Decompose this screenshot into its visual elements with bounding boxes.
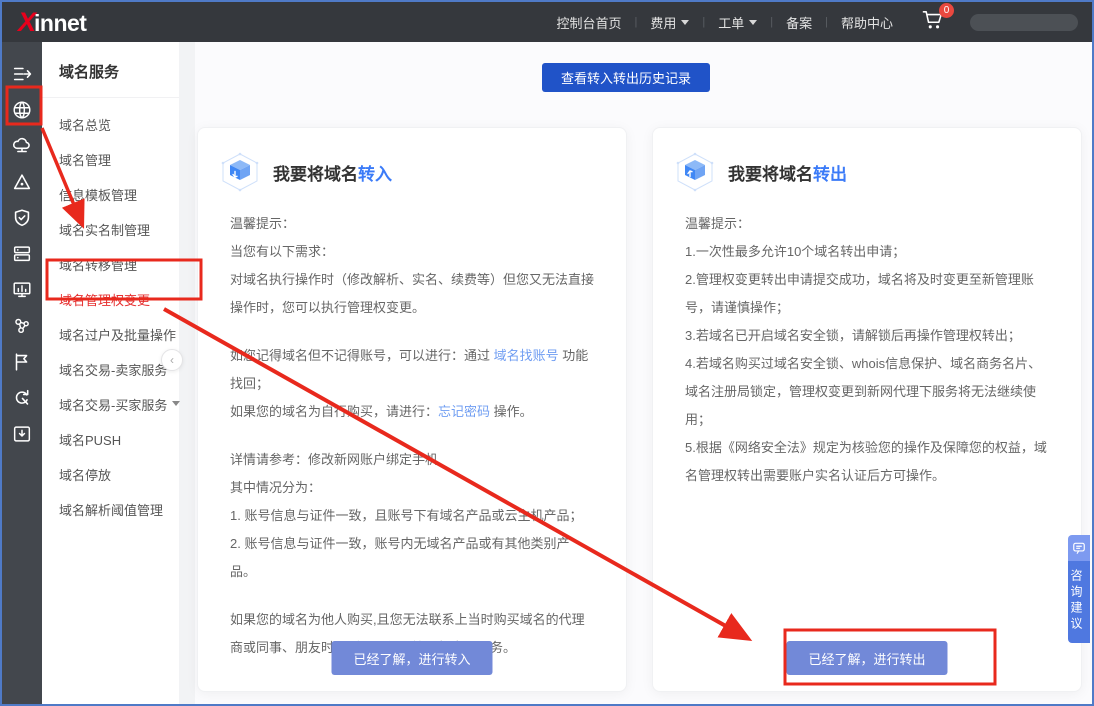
top-nav: 控制台首页|费用|工单|备案|帮助中心 — [543, 13, 906, 32]
paragraph-text: 1.一次性最多允许10个域名转出申请； — [685, 244, 905, 259]
paragraph-text: 如您记得域名但不记得账号，可以进行：通过 — [230, 348, 494, 363]
paragraph-text: 操作。 — [490, 404, 533, 419]
panel-body: 温馨提示： 1.一次性最多允许10个域名转出申请； 2.管理权变更转出申请提交成功，… — [653, 200, 1081, 490]
panel-body: 温馨提示： 当您有以下需求： 对域名执行操作时（修改解析、实名、续费等）但您又无法直… — [198, 200, 626, 662]
panel-paragraph: 2. 账号信息与证件一致，账号内无域名产品或有其他类别产品。 — [230, 530, 594, 586]
paragraph-text: 如果您的域名为自行购买，请进行： — [230, 404, 438, 419]
panel-paragraph: 详情请参考：修改新网账户绑定手机 — [230, 446, 594, 474]
panel-paragraph: 对域名执行操作时（修改解析、实名、续费等）但您又无法直接操作时，您可以执行管理权… — [230, 266, 594, 322]
sidebar-gutter — [179, 42, 195, 706]
paragraph-text: 当您有以下需求： — [230, 244, 334, 259]
transfer-in-panel: 我要将域名转入 温馨提示： 当您有以下需求： 对域名执行操作时（修改解析、实名、续费… — [197, 127, 627, 692]
flag-icon[interactable] — [10, 350, 34, 374]
nav-item-4[interactable]: 帮助中心 — [828, 13, 906, 32]
xinnet-logo[interactable]: X innet — [2, 7, 86, 38]
cube-icon — [675, 152, 715, 192]
monitor-chart-icon[interactable] — [10, 278, 34, 302]
panel-title: 我要将域名转入 — [273, 160, 392, 185]
panel-paragraph: 温馨提示： — [230, 210, 594, 238]
panel-paragraph: 当您有以下需求： — [230, 238, 594, 266]
nav-item-3[interactable]: 备案 — [773, 13, 825, 32]
paragraph-text: 其中情况分为： — [230, 480, 321, 495]
consult-suggestion-tab[interactable]: 咨询建议 — [1068, 535, 1090, 643]
paragraph-text: 2.管理权变更转出申请提交成功，域名将及时变更至新管理账号，请谨慎操作； — [685, 272, 1034, 315]
caret-down-icon — [681, 20, 689, 29]
shield-icon[interactable] — [10, 206, 34, 230]
chat-bubble-icon — [1068, 535, 1090, 561]
logo-x: X — [18, 7, 34, 38]
panel-paragraph: 其中情况分为： — [230, 474, 594, 502]
paragraph-text: 5.根据《网络安全法》规定为核验您的操作及保障您的权益，域名管理权转出需要账户实… — [685, 440, 1047, 483]
caret-down-icon — [749, 20, 757, 29]
panel-paragraph: 4.若域名购买过域名安全锁、whois信息保护、域名商务名片、域名注册局锁定，管… — [685, 350, 1049, 434]
paragraph-text: 4.若域名购买过域名安全锁、whois信息保护、域名商务名片、域名注册局锁定，管… — [685, 356, 1041, 427]
sidebar-title: 域名服务 — [42, 42, 179, 98]
redacted-username[interactable] — [970, 14, 1078, 31]
sidebar-item[interactable]: 域名过户及批量操作 — [42, 318, 179, 353]
panel-paragraph: 5.根据《网络安全法》规定为核验您的操作及保障您的权益，域名管理权转出需要账户实… — [685, 434, 1049, 490]
sidebar-item[interactable]: 域名解析阈值管理 — [42, 493, 179, 528]
view-history-button[interactable]: 查看转入转出历史记录 — [542, 63, 710, 92]
nav-item-0[interactable]: 控制台首页 — [543, 13, 634, 32]
cube-icon — [220, 152, 260, 192]
panel-paragraph: 1.一次性最多允许10个域名转出申请； — [685, 238, 1049, 266]
globe-icon[interactable] — [10, 98, 34, 122]
transfer-out-panel: 我要将域名转出 温馨提示： 1.一次性最多允许10个域名转出申请； 2.管理权变更转… — [652, 127, 1082, 692]
caret-down-icon — [172, 401, 180, 410]
cluster-icon[interactable] — [10, 314, 34, 338]
inline-link[interactable]: 域名找账号 — [494, 348, 559, 363]
paragraph-text: 详情请参考：修改新网账户绑定手机 — [230, 452, 438, 467]
link-icon[interactable] — [10, 386, 34, 410]
paragraph-text: 3.若域名已开启域名安全锁，请解锁后再操作管理权转出； — [685, 328, 1021, 343]
sidebar-item[interactable]: 域名转移管理 — [42, 248, 179, 283]
page: X innet 控制台首页|费用|工单|备案|帮助中心 0 — [0, 0, 1094, 706]
inbox-icon[interactable] — [10, 422, 34, 446]
sidebar-item[interactable]: 域名管理权变更 — [42, 283, 179, 318]
paragraph-text: 对域名执行操作时（修改解析、实名、续费等）但您又无法直接操作时，您可以执行管理权… — [230, 272, 594, 315]
sidebar-item[interactable]: 域名停放 — [42, 458, 179, 493]
nav-item-1[interactable]: 费用 — [637, 13, 702, 32]
sidebar-collapse-button[interactable]: ‹ — [161, 349, 183, 371]
panel-paragraph: 3.若域名已开启域名安全锁，请解锁后再操作管理权转出； — [685, 322, 1049, 350]
sidebar-item[interactable]: 域名实名制管理 — [42, 213, 179, 248]
paragraph-text: 温馨提示： — [230, 216, 295, 231]
panel-paragraph: 如果您的域名为自行购买，请进行：忘记密码 操作。 — [230, 398, 594, 426]
icon-rail — [2, 42, 42, 706]
consult-tab-label: 咨询建议 — [1068, 561, 1090, 643]
title-highlight: 转入 — [358, 165, 392, 184]
panel-paragraph: 1. 账号信息与证件一致，且账号下有域名产品或云主机产品； — [230, 502, 594, 530]
paragraph-text: 温馨提示： — [685, 216, 750, 231]
cart-button[interactable]: 0 — [922, 10, 944, 35]
panel-title: 我要将域名转出 — [728, 160, 847, 185]
cloud-server-icon[interactable] — [10, 134, 34, 158]
transfer-out-button[interactable]: 已经了解，进行转出 — [786, 641, 947, 675]
collapse-menu-icon[interactable] — [10, 62, 34, 86]
nav-item-2[interactable]: 工单 — [705, 13, 770, 32]
panel-paragraph: 温馨提示： — [685, 210, 1049, 238]
title-highlight: 转出 — [813, 165, 847, 184]
sidebar-item[interactable]: 域名PUSH — [42, 423, 179, 458]
panel-paragraph: 如您记得域名但不记得账号，可以进行：通过 域名找账号 功能找回； — [230, 342, 594, 398]
panel-paragraph: 2.管理权变更转出申请提交成功，域名将及时变更至新管理账号，请谨慎操作； — [685, 266, 1049, 322]
cart-count-badge: 0 — [939, 3, 954, 18]
sidebar-menu: 域名总览域名管理信息模板管理域名实名制管理域名转移管理域名管理权变更域名过户及批… — [42, 108, 179, 528]
topbar: X innet 控制台首页|费用|工单|备案|帮助中心 0 — [2, 2, 1092, 42]
logo-text: innet — [34, 10, 86, 37]
cloud-product-icon[interactable] — [10, 170, 34, 194]
sidebar: 域名服务 域名总览域名管理信息模板管理域名实名制管理域名转移管理域名管理权变更域… — [42, 42, 179, 706]
transfer-in-button[interactable]: 已经了解，进行转入 — [331, 641, 492, 675]
server-icon[interactable] — [10, 242, 34, 266]
paragraph-text: 2. 账号信息与证件一致，账号内无域名产品或有其他类别产品。 — [230, 536, 569, 579]
sidebar-item[interactable]: 域名管理 — [42, 143, 179, 178]
paragraph-text: 1. 账号信息与证件一致，且账号下有域名产品或云主机产品； — [230, 508, 582, 523]
inline-link[interactable]: 忘记密码 — [438, 404, 490, 419]
sidebar-item[interactable]: 域名总览 — [42, 108, 179, 143]
sidebar-item[interactable]: 信息模板管理 — [42, 178, 179, 213]
sidebar-item[interactable]: 域名交易-买家服务 — [42, 388, 179, 423]
sidebar-item[interactable]: 域名交易-卖家服务 — [42, 353, 179, 388]
